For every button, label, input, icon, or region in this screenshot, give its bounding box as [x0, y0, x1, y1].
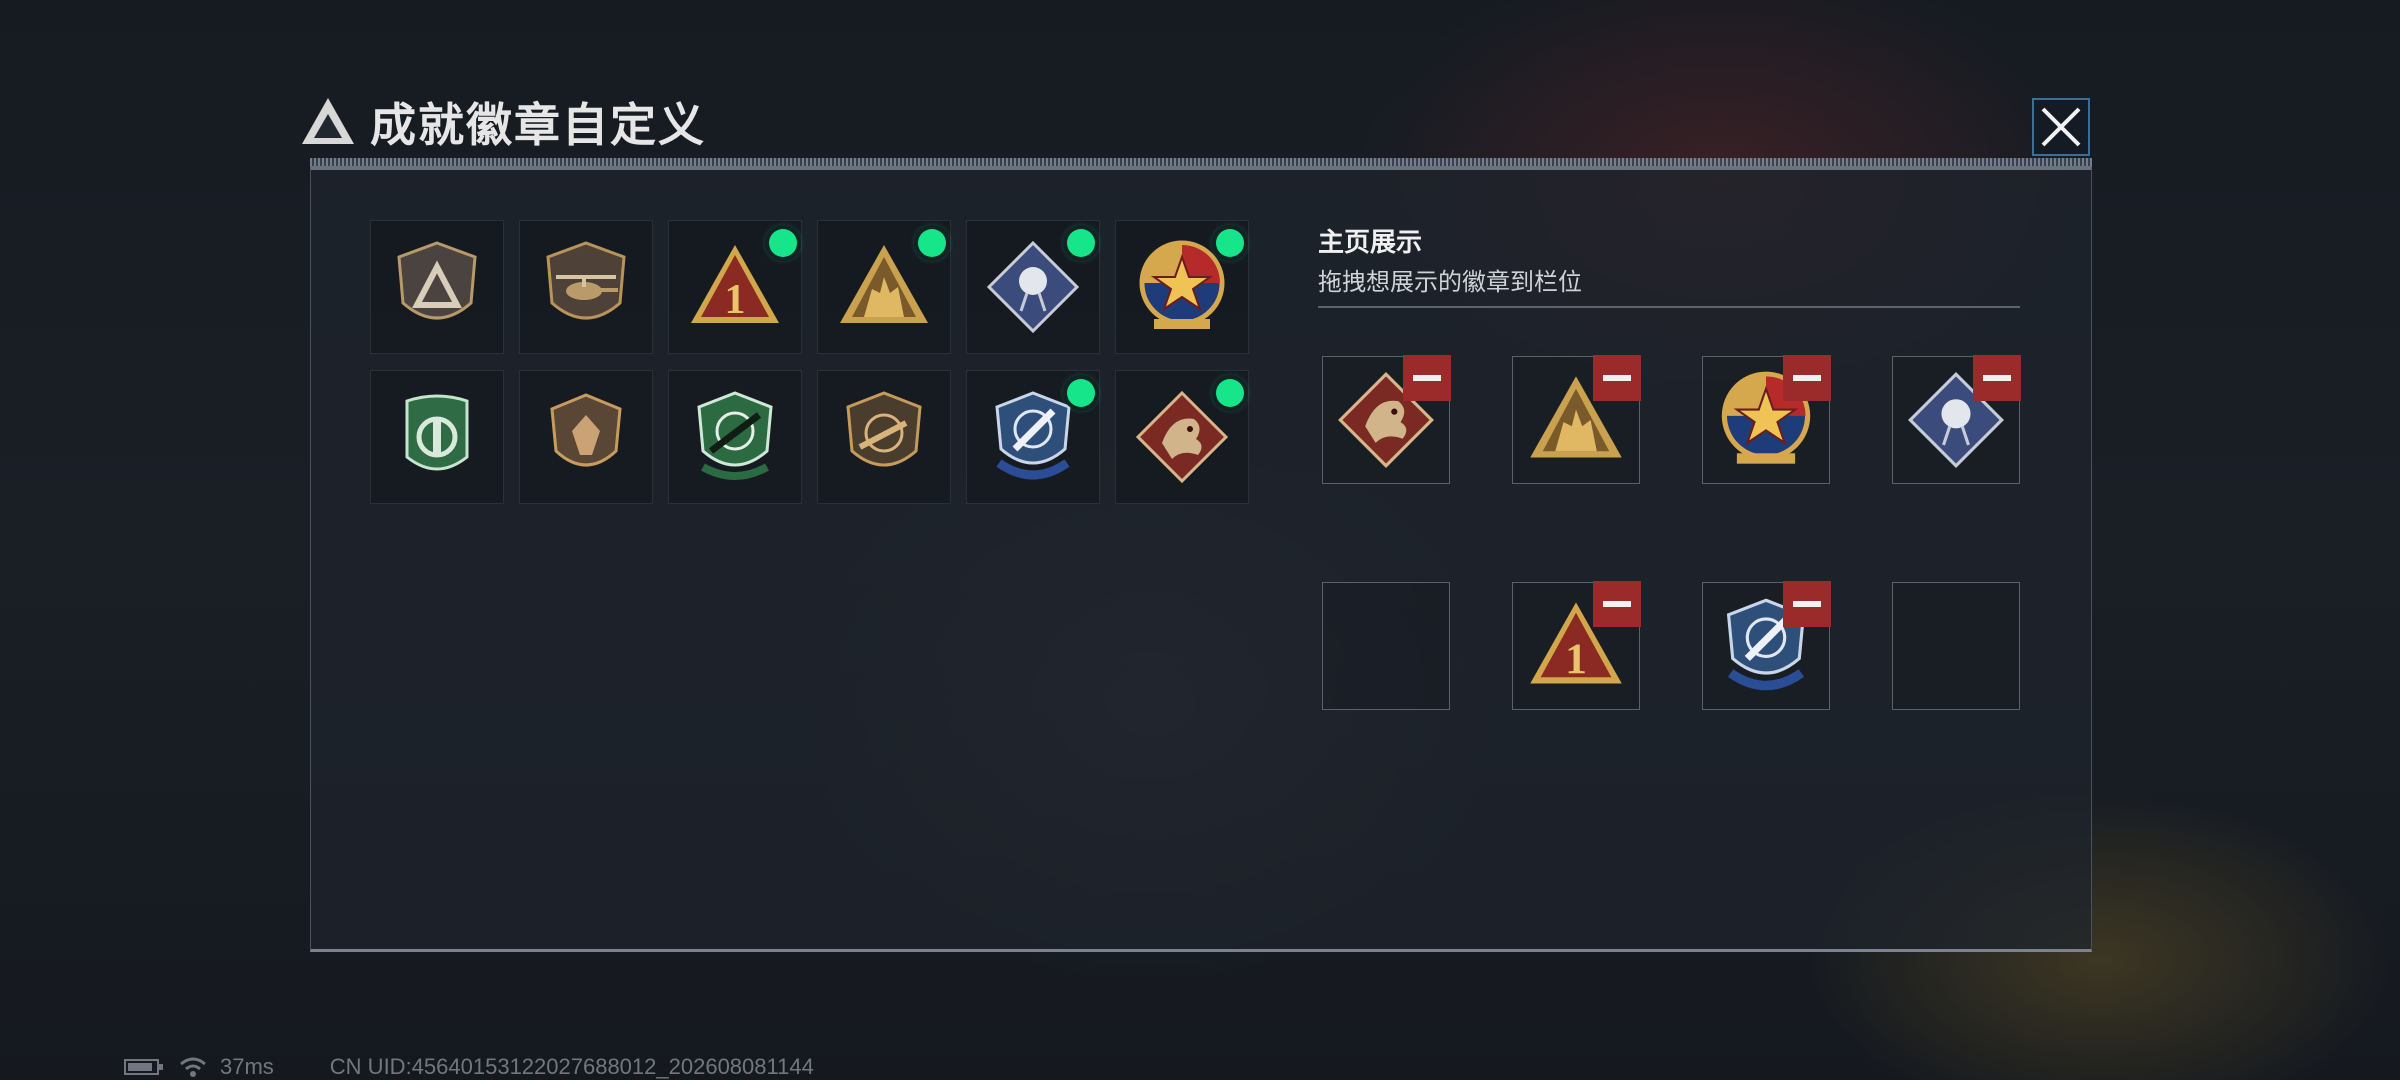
delta-shield-badge-icon	[387, 237, 487, 337]
ping-value: 37ms	[220, 1054, 274, 1079]
bronze-rifle-badge-icon	[834, 387, 934, 487]
remove-button[interactable]	[1593, 355, 1641, 401]
badge-item[interactable]	[370, 220, 504, 354]
remove-button[interactable]	[1403, 355, 1451, 401]
display-slot[interactable]	[1702, 355, 1831, 484]
remove-button[interactable]	[1783, 581, 1831, 627]
badge-item[interactable]	[668, 220, 802, 354]
soldiers-badge-icon	[834, 237, 934, 337]
minus-icon	[1413, 375, 1441, 381]
badge-item[interactable]	[966, 220, 1100, 354]
equipped-indicator	[1216, 229, 1244, 257]
display-subtitle: 拖拽想展示的徽章到栏位	[1318, 269, 1582, 296]
remove-button[interactable]	[1973, 355, 2021, 401]
equipped-indicator	[769, 229, 797, 257]
rose-badge-icon	[983, 237, 1083, 337]
minus-icon	[1603, 601, 1631, 607]
badge-item[interactable]	[519, 220, 653, 354]
display-slot[interactable]	[1892, 355, 2021, 484]
star-medal-badge-icon	[1132, 237, 1232, 337]
badge-item[interactable]	[668, 370, 802, 504]
battery-icon	[124, 1059, 163, 1075]
equipped-indicator	[918, 229, 946, 257]
badge-item[interactable]	[966, 370, 1100, 504]
bronze-shield-badge-icon	[536, 387, 636, 487]
number-one-badge-icon	[685, 237, 785, 337]
badge-item[interactable]	[1115, 220, 1249, 354]
status-bar: 37ms CN UID:4564015312202768801​2_202608…	[124, 1054, 814, 1080]
uid-text: CN UID:4564015312202768801​2_20260808114…	[329, 1054, 814, 1079]
minus-icon	[1793, 601, 1821, 607]
display-slot[interactable]	[1702, 581, 1831, 710]
helicopter-badge-icon	[536, 237, 636, 337]
equipped-indicator	[1067, 379, 1095, 407]
badge-item[interactable]	[817, 220, 951, 354]
delta-logo-icon	[302, 98, 354, 144]
dialog-title: 成就徽章自定义	[370, 99, 706, 151]
dragon-badge-icon	[1132, 387, 1232, 487]
green-rifle-badge-icon	[685, 387, 785, 487]
display-slot[interactable]	[1512, 581, 1641, 710]
equipped-indicator	[1216, 379, 1244, 407]
badge-item[interactable]	[370, 370, 504, 504]
display-slot[interactable]	[1512, 355, 1641, 484]
equipped-indicator	[1067, 229, 1095, 257]
remove-button[interactable]	[1593, 581, 1641, 627]
display-title: 主页展示	[1318, 227, 1423, 257]
minus-icon	[1603, 375, 1631, 381]
remove-button[interactable]	[1783, 355, 1831, 401]
badge-item[interactable]	[817, 370, 951, 504]
badge-item[interactable]	[519, 370, 653, 504]
minus-icon	[1983, 375, 2011, 381]
close-button[interactable]	[2032, 98, 2090, 156]
display-slot-empty[interactable]	[1892, 582, 2020, 710]
display-slot[interactable]	[1322, 355, 1451, 484]
green-crest-badge-icon	[387, 387, 487, 487]
display-slot-empty[interactable]	[1322, 582, 1450, 710]
divider	[1318, 306, 2020, 308]
dialog-header: 成就徽章自定义	[300, 92, 706, 152]
badge-item[interactable]	[1115, 370, 1249, 504]
wifi-icon	[180, 1057, 206, 1077]
close-icon	[2041, 107, 2081, 147]
blue-knife-badge-icon	[983, 387, 1083, 487]
minus-icon	[1793, 375, 1821, 381]
